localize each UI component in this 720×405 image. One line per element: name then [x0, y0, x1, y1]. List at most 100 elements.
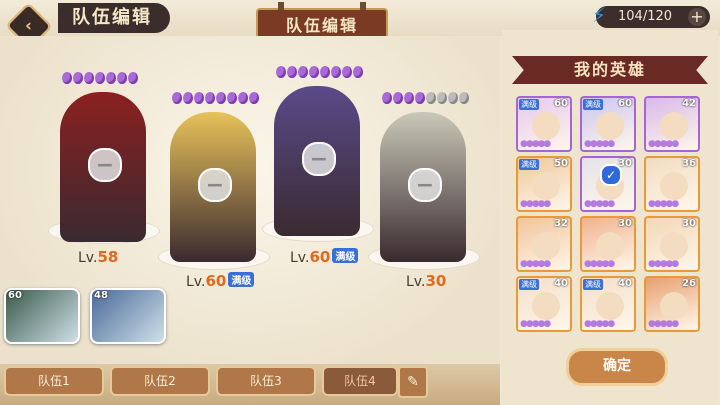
- rank-pip-icon: [205, 92, 215, 104]
- rank-pip-icon: [415, 92, 425, 104]
- rank-pip-icon: [309, 66, 319, 78]
- hero-portrait: [660, 292, 688, 320]
- hero-portrait: [532, 292, 560, 320]
- max-level-badge: 满级: [583, 279, 603, 290]
- max-level-badge: 满级: [519, 99, 539, 110]
- hero-card[interactable]: 42 ●●●●●: [644, 96, 700, 152]
- max-level-badge: 满级: [519, 279, 539, 290]
- hero-portrait: [532, 112, 560, 140]
- add-energy-button[interactable]: +: [688, 8, 706, 26]
- star-rank: [276, 66, 363, 80]
- hero-level: Lv.60 满级: [290, 248, 359, 266]
- level-number: 30: [425, 272, 447, 290]
- hero-card[interactable]: 满级 50 ●●●●●: [516, 156, 572, 212]
- hero-card-level: 60: [554, 98, 568, 109]
- tab-team-3[interactable]: 队伍3: [216, 366, 316, 396]
- rank-pips-icon: ●●●●●: [648, 319, 679, 329]
- rank-pip-icon: [393, 92, 403, 104]
- pencil-icon[interactable]: ✎: [398, 366, 428, 398]
- hero-card-level: 50: [554, 158, 568, 169]
- hero-card-level: 40: [618, 278, 632, 289]
- hero-card[interactable]: 满级 40 ●●●●●: [580, 276, 636, 332]
- level-number: 60: [205, 272, 227, 290]
- selected-check-icon: ✓: [600, 164, 622, 186]
- hero-card-level: 26: [682, 278, 696, 289]
- hero-card[interactable]: 36 ●●●●●: [644, 156, 700, 212]
- hero-portrait: [660, 232, 688, 260]
- hero-portrait: [532, 232, 560, 260]
- rank-pip-icon: [459, 92, 469, 104]
- hero-card-level: 36: [682, 158, 696, 169]
- rank-pip-icon: [194, 92, 204, 104]
- hero-card[interactable]: 满级 60 ●●●●●: [580, 96, 636, 152]
- hero-portrait: [660, 112, 688, 140]
- rank-pips-icon: ●●●●●: [584, 139, 615, 149]
- hero-grid: 满级 60 ●●●●● 满级 60 ●●●●● 42 ●●●●● 满级 50 ●●●●● 30 ●●●●…: [516, 96, 706, 332]
- remove-hero-icon[interactable]: −: [198, 168, 232, 202]
- rank-pip-icon: [437, 92, 447, 104]
- rank-pip-icon: [84, 72, 94, 84]
- hero-portrait: [660, 172, 688, 200]
- reserve-hero-level: 48: [94, 290, 108, 301]
- hero-card-level: 42: [682, 98, 696, 109]
- tab-team-1[interactable]: 队伍1: [4, 366, 104, 396]
- hero-card[interactable]: 30 ●●●●●: [580, 216, 636, 272]
- rank-pip-icon: [342, 66, 352, 78]
- hero-card[interactable]: 满级 60 ●●●●●: [516, 96, 572, 152]
- hero-card[interactable]: 30 ●●●●● ✓: [580, 156, 636, 212]
- lightning-icon: ⚡: [592, 3, 607, 27]
- remove-hero-icon[interactable]: −: [88, 148, 122, 182]
- rank-pip-icon: [183, 92, 193, 104]
- hero-portrait: [596, 112, 624, 140]
- rank-pip-icon: [216, 92, 226, 104]
- hero-card-level: 40: [554, 278, 568, 289]
- star-rank: [62, 72, 138, 86]
- rank-pip-icon: [128, 72, 138, 84]
- rank-pips-icon: ●●●●●: [648, 139, 679, 149]
- rank-pip-icon: [106, 72, 116, 84]
- hero-portrait: [532, 172, 560, 200]
- rank-pip-icon: [276, 66, 286, 78]
- rank-pip-icon: [320, 66, 330, 78]
- rank-pip-icon: [172, 92, 182, 104]
- rank-pips-icon: ●●●●●: [584, 259, 615, 269]
- tab-team-4[interactable]: 队伍4: [322, 366, 398, 396]
- rank-pip-icon: [298, 66, 308, 78]
- hero-card[interactable]: 满级 40 ●●●●●: [516, 276, 572, 332]
- hero-card[interactable]: 30 ●●●●●: [644, 216, 700, 272]
- rank-pips-icon: ●●●●●: [520, 259, 551, 269]
- rank-pip-icon: [382, 92, 392, 104]
- hero-card-level: 30: [618, 218, 632, 229]
- level-prefix: Lv.: [78, 250, 98, 266]
- hero-card-level: 30: [682, 218, 696, 229]
- hero-card[interactable]: 32 ●●●●●: [516, 216, 572, 272]
- rank-pip-icon: [238, 92, 248, 104]
- level-prefix: Lv.: [290, 250, 310, 266]
- rank-pip-icon: [448, 92, 458, 104]
- energy-value: 104/120: [618, 9, 673, 24]
- level-number: 60: [309, 248, 331, 266]
- reserve-hero-level: 60: [8, 290, 22, 301]
- rank-pip-icon: [287, 66, 297, 78]
- rank-pip-icon: [353, 66, 363, 78]
- level-prefix: Lv.: [406, 274, 426, 290]
- star-rank: [172, 92, 259, 106]
- hero-card-level: 32: [554, 218, 568, 229]
- max-level-badge: 满级: [519, 159, 539, 170]
- reserve-hero-card[interactable]: 48: [90, 288, 166, 344]
- remove-hero-icon[interactable]: −: [408, 168, 442, 202]
- max-level-badge: 满级: [228, 272, 255, 287]
- rank-pip-icon: [404, 92, 414, 104]
- hero-card[interactable]: 26 ●●●●●: [644, 276, 700, 332]
- hero-level: Lv.58: [78, 248, 118, 266]
- rank-pip-icon: [73, 72, 83, 84]
- hero-level: Lv.30: [406, 272, 446, 290]
- rank-pip-icon: [227, 92, 237, 104]
- reserve-hero-card[interactable]: 60: [4, 288, 80, 344]
- confirm-button[interactable]: 确定: [566, 348, 668, 386]
- hero-portrait: [596, 292, 624, 320]
- rank-pip-icon: [62, 72, 72, 84]
- remove-hero-icon[interactable]: −: [302, 142, 336, 176]
- rank-pip-icon: [426, 92, 436, 104]
- tab-team-2[interactable]: 队伍2: [110, 366, 210, 396]
